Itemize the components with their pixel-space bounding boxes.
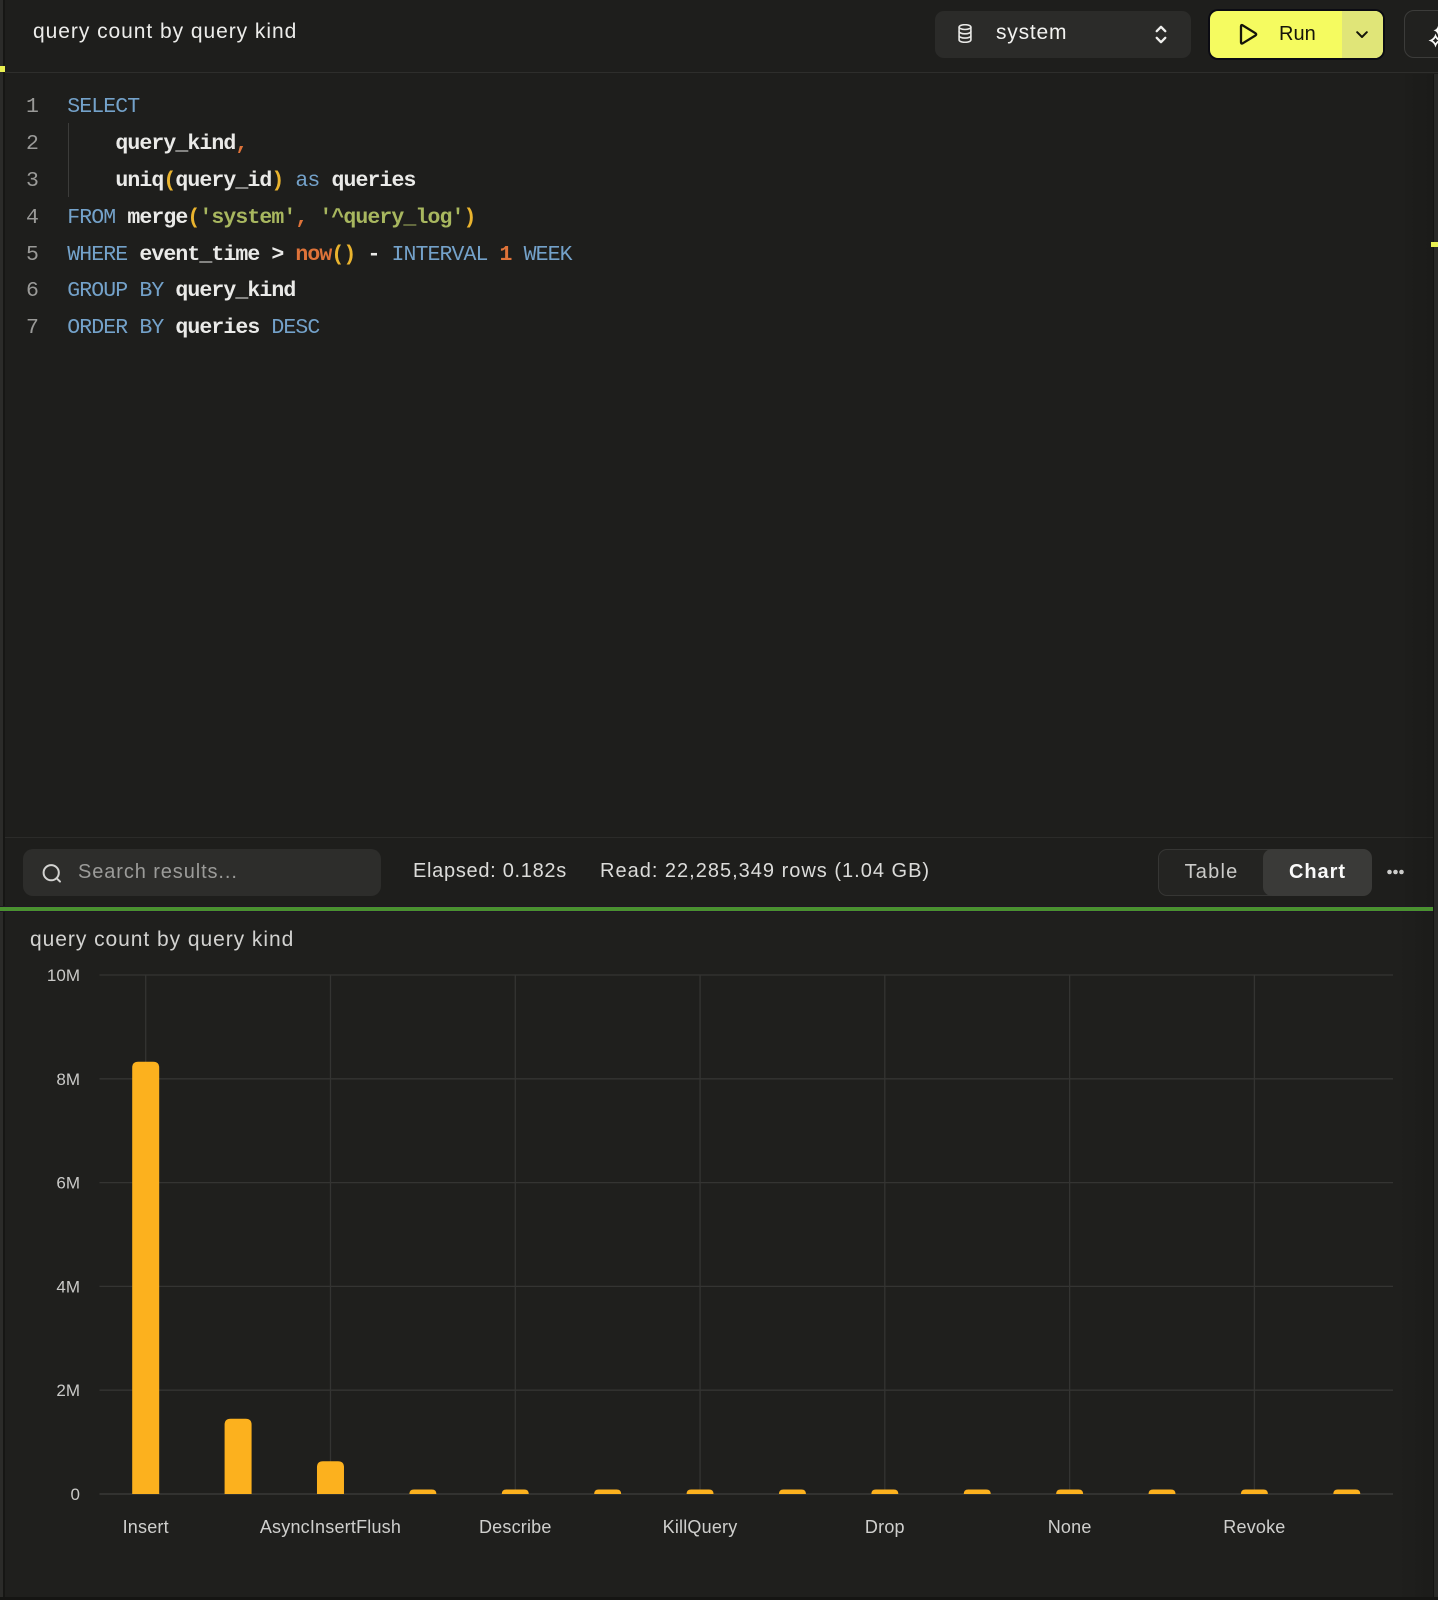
svg-text:10M: 10M xyxy=(47,966,80,985)
svg-text:None: None xyxy=(1048,1517,1092,1537)
svg-text:0: 0 xyxy=(71,1485,80,1504)
svg-text:4M: 4M xyxy=(56,1277,80,1296)
svg-text:Drop: Drop xyxy=(865,1517,905,1537)
svg-text:KillQuery: KillQuery xyxy=(663,1517,738,1537)
svg-text:AsyncInsertFlush: AsyncInsertFlush xyxy=(260,1517,401,1537)
svg-text:Insert: Insert xyxy=(123,1517,169,1537)
svg-text:8M: 8M xyxy=(56,1070,80,1089)
svg-text:2M: 2M xyxy=(56,1381,80,1400)
svg-text:Revoke: Revoke xyxy=(1223,1517,1285,1537)
svg-text:Describe: Describe xyxy=(479,1517,552,1537)
svg-text:6M: 6M xyxy=(56,1174,80,1193)
